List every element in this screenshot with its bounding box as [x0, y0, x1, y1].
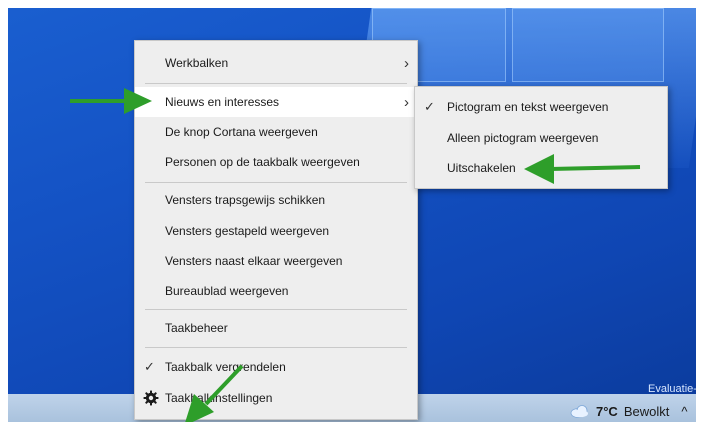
windows-logo-pane: [512, 8, 664, 82]
submenu-item-label: Alleen pictogram weergeven: [447, 131, 599, 145]
menu-separator: [145, 182, 407, 183]
menu-separator: [145, 347, 407, 348]
menu-item-label: Personen op de taakbalk weergeven: [165, 155, 360, 169]
menu-item-trapsgewijs[interactable]: Vensters trapsgewijs schikken: [135, 185, 417, 215]
chevron-right-icon: ›: [404, 54, 409, 72]
tray-overflow-caret[interactable]: ^: [681, 404, 687, 419]
menu-item-label: Taakbeheer: [165, 321, 228, 335]
menu-item-label: Vensters naast elkaar weergeven: [165, 254, 343, 268]
gear-icon: [143, 390, 159, 406]
annotation-arrow-left: [524, 154, 641, 184]
checkmark-icon: ✓: [144, 359, 155, 374]
menu-item-taakbeheer[interactable]: Taakbeheer: [135, 313, 417, 343]
menu-item-werkbalken[interactable]: Werkbalken ›: [135, 48, 417, 78]
menu-item-label: Vensters gestapeld weergeven: [165, 224, 330, 238]
submenu-item-label: Pictogram en tekst weergeven: [447, 100, 609, 114]
chevron-right-icon: ›: [404, 93, 409, 111]
menu-separator: [145, 309, 407, 310]
menu-item-nieuws-en-interesses[interactable]: Nieuws en interesses ›: [135, 87, 417, 117]
submenu-item-pictogram-en-tekst[interactable]: ✓ Pictogram en tekst weergeven: [415, 92, 667, 122]
menu-item-gestapeld[interactable]: Vensters gestapeld weergeven: [135, 216, 417, 246]
menu-item-personen[interactable]: Personen op de taakbalk weergeven: [135, 147, 417, 177]
submenu-item-label: Uitschakelen: [447, 161, 516, 175]
screenshot-border: [0, 0, 8, 426]
weather-temperature: 7°C: [596, 403, 618, 419]
screenshot-border: [0, 422, 702, 426]
screenshot-border: [696, 0, 702, 426]
menu-separator: [145, 83, 407, 84]
menu-item-label: Nieuws en interesses: [165, 95, 280, 109]
menu-item-naast-elkaar[interactable]: Vensters naast elkaar weergeven: [135, 246, 417, 276]
annotation-arrow-right: [70, 88, 152, 114]
weather-widget[interactable]: 7°C Bewolkt ^: [570, 402, 687, 420]
screenshot-border: [0, 0, 702, 8]
menu-item-label: Werkbalken: [165, 56, 229, 70]
weather-description: Bewolkt: [623, 403, 670, 419]
menu-item-bureaublad[interactable]: Bureaublad weergeven: [135, 276, 417, 306]
menu-item-cortana[interactable]: De knop Cortana weergeven: [135, 117, 417, 147]
menu-item-label: Bureaublad weergeven: [165, 284, 289, 298]
cloud-icon: [570, 405, 588, 418]
checkmark-icon: ✓: [424, 99, 435, 114]
menu-item-label: De knop Cortana weergeven: [165, 125, 318, 139]
annotation-arrow-down: [184, 364, 244, 426]
menu-item-label: Vensters trapsgewijs schikken: [165, 193, 326, 207]
